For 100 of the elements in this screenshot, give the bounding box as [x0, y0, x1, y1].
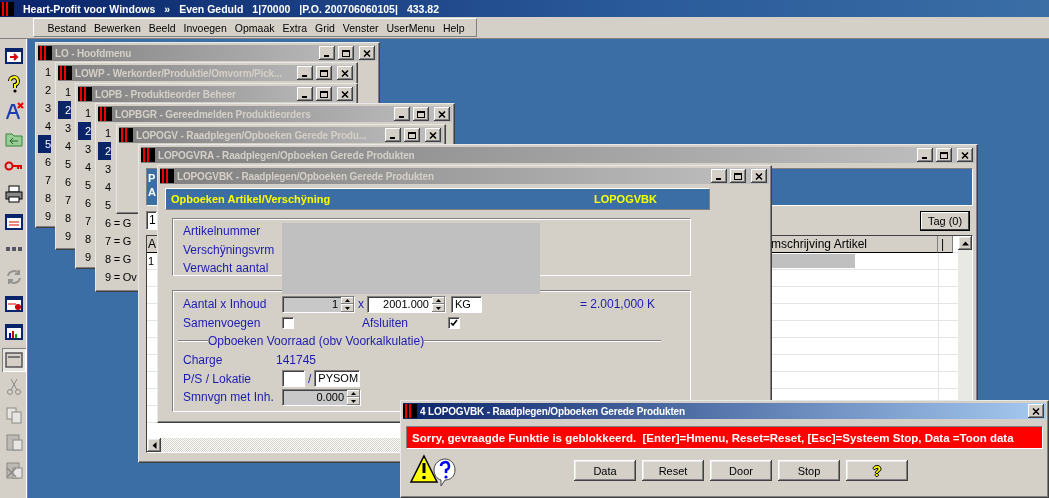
menu-option[interactable]: 4: [38, 117, 51, 135]
menu-option[interactable]: 2: [98, 142, 111, 160]
menu-option[interactable]: 6: [38, 153, 51, 171]
maximize-icon: [940, 151, 948, 159]
menu-item[interactable]: Invoegen: [180, 21, 231, 34]
close-button[interactable]: [957, 148, 973, 162]
minimize-button[interactable]: [319, 46, 335, 60]
menu-option[interactable]: 3: [58, 119, 71, 137]
tag-button[interactable]: Tag (0): [921, 211, 969, 230]
minimize-button[interactable]: [297, 66, 313, 80]
menu-option[interactable]: 4: [98, 178, 111, 196]
menu-option[interactable]: 5: [58, 155, 71, 173]
menu-item[interactable]: Help: [439, 21, 468, 34]
up-arrow-icon: [961, 239, 969, 247]
checkbox[interactable]: [448, 316, 460, 329]
menu-option[interactable]: 1: [78, 104, 91, 122]
menu-option[interactable]: 1: [38, 63, 51, 81]
menu-option[interactable]: 5: [38, 135, 51, 153]
menu-item[interactable]: UserMenu: [382, 21, 439, 34]
menu-option[interactable]: 2: [78, 122, 91, 140]
menu-option[interactable]: 4: [78, 158, 91, 176]
menu-option[interactable]: 2: [58, 101, 71, 119]
close-button[interactable]: [434, 107, 450, 121]
maximize-button[interactable]: [404, 128, 420, 142]
menu-option[interactable]: 1: [98, 124, 111, 142]
result-text: = 2.001,000 K: [580, 297, 656, 312]
minimize-button[interactable]: [711, 169, 727, 183]
app-title-text: »: [164, 2, 171, 15]
app-icon: [119, 128, 133, 142]
minimize-button[interactable]: [297, 87, 313, 101]
unit-field[interactable]: KG: [451, 295, 482, 313]
dots-icon: [4, 246, 23, 253]
dialog-button[interactable]: Stop: [778, 460, 840, 481]
app-icon: [38, 46, 52, 60]
minimize-button[interactable]: [394, 107, 410, 121]
menu-option[interactable]: 8 = G: [98, 250, 132, 268]
menu-option[interactable]: 7: [78, 212, 91, 230]
filter-field[interactable]: 1: [146, 211, 157, 230]
close-button[interactable]: [751, 169, 767, 183]
close-icon: [1032, 407, 1040, 415]
close-icon: [341, 69, 349, 77]
dialog-button[interactable]: Data: [574, 460, 636, 481]
menu-item[interactable]: Venster: [339, 21, 382, 34]
menu-option[interactable]: 3: [98, 160, 111, 178]
maximize-button[interactable]: [338, 46, 354, 60]
maximize-icon: [320, 69, 328, 77]
close-button[interactable]: [425, 128, 441, 142]
menu-item[interactable]: Beeld: [145, 21, 180, 34]
close-button[interactable]: [337, 66, 353, 80]
section-legend: Opboeken Voorraad (obv Voorkalkulatie): [208, 334, 425, 349]
minimize-button[interactable]: [385, 128, 401, 142]
column-header[interactable]: |: [938, 236, 953, 253]
maximize-button[interactable]: [936, 148, 952, 162]
menu-option[interactable]: 7 = G: [98, 232, 132, 250]
maximize-button[interactable]: [316, 66, 332, 80]
table-cell: 1: [148, 255, 155, 267]
menu-option[interactable]: 9: [38, 207, 51, 225]
menu-option[interactable]: 9: [58, 227, 71, 245]
menu-option[interactable]: 8: [78, 230, 91, 248]
menu-item[interactable]: Extra: [279, 21, 311, 34]
menu-option[interactable]: 9 = Ov: [98, 268, 137, 286]
menu-option[interactable]: 8: [58, 209, 71, 227]
dialog-button[interactable]: Door: [710, 460, 772, 481]
menu-item[interactable]: Bewerken: [90, 21, 145, 34]
maximize-icon: [320, 90, 328, 98]
minimize-button[interactable]: [917, 148, 933, 162]
location-field[interactable]: PYSOM: [314, 370, 361, 388]
menu-option[interactable]: 1: [58, 83, 71, 101]
menu-option[interactable]: 3: [38, 99, 51, 117]
close-button[interactable]: [1028, 404, 1044, 418]
menu-option[interactable]: 7: [38, 171, 51, 189]
menu-option[interactable]: 9: [78, 248, 91, 266]
menu-option[interactable]: 5: [78, 176, 91, 194]
field-label: Artikelnummer: [183, 224, 261, 239]
menu-item[interactable]: Bestand: [44, 21, 90, 34]
checkbox[interactable]: [282, 316, 294, 329]
maximize-button[interactable]: [730, 169, 746, 183]
close-button[interactable]: [337, 87, 353, 101]
menu-option[interactable]: 5: [98, 196, 111, 214]
maximize-button[interactable]: [413, 107, 429, 121]
app-title-text: Even Geduld: [179, 2, 244, 15]
menu-option[interactable]: 2: [38, 81, 51, 99]
menu-option[interactable]: 6: [58, 173, 71, 191]
menu-item[interactable]: Opmaak: [231, 21, 278, 34]
menu-option[interactable]: 3: [78, 140, 91, 158]
menu-option[interactable]: 8: [38, 189, 51, 207]
dialog-button[interactable]: Reset: [642, 460, 704, 481]
menu-option[interactable]: 6 = G: [98, 214, 132, 232]
number-spinner[interactable]: 2001.000: [367, 295, 446, 313]
menu-option[interactable]: 4: [58, 137, 71, 155]
separator-text: /: [308, 371, 312, 386]
maximize-button[interactable]: [316, 87, 332, 101]
window-title: LO - Hoofdmenu: [55, 47, 133, 59]
menu-item[interactable]: Grid: [311, 21, 339, 34]
menu-option[interactable]: 7: [58, 191, 71, 209]
menu-option[interactable]: 6: [78, 194, 91, 212]
input-field[interactable]: [282, 370, 305, 388]
close-button[interactable]: [359, 46, 375, 60]
field-label: Verschÿningsvrm: [183, 242, 275, 257]
header-text: P: [148, 172, 156, 184]
